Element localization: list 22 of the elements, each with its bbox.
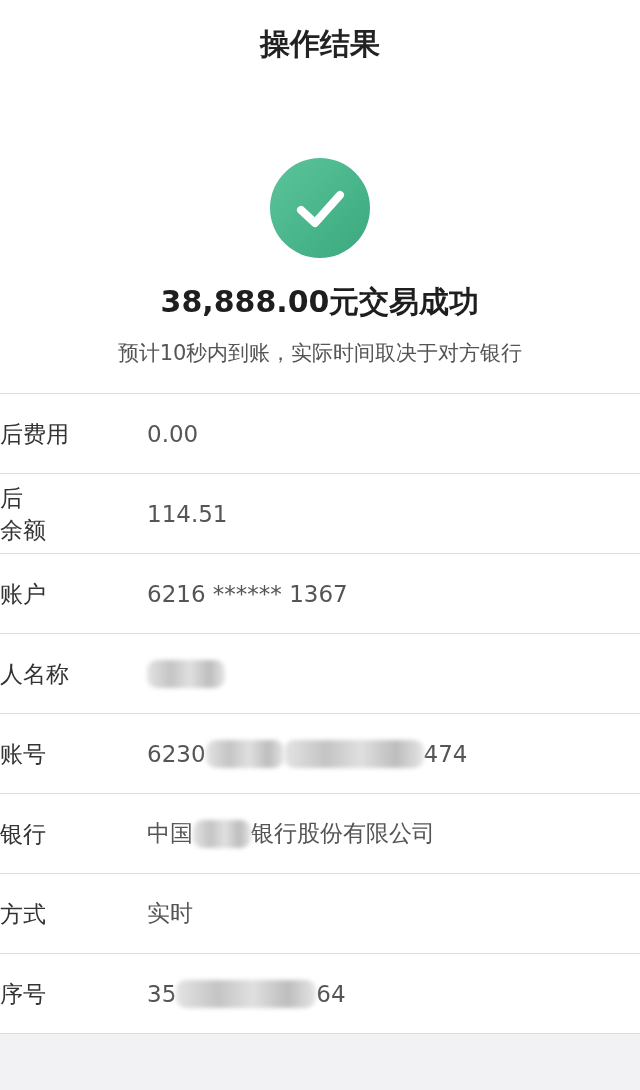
detail-label: 账户 [0, 579, 47, 609]
detail-label: 人名称 [0, 659, 70, 689]
detail-value: 0.00 [147, 420, 199, 447]
detail-label: 后 余额 [0, 483, 47, 545]
detail-value: 实时 [147, 899, 193, 928]
page-title: 操作结果 [260, 25, 380, 63]
detail-label: 方式 [0, 899, 47, 929]
detail-value: 6216 ****** 1367 [147, 580, 348, 607]
result-amount: 38,888.00元交易成功 [160, 283, 480, 321]
detail-value: 6230 [147, 740, 206, 767]
detail-value: 35 [147, 980, 177, 1007]
detail-value: 114.51 [147, 500, 228, 527]
detail-value: 64 [316, 980, 346, 1007]
detail-value: 银行股份有限公司 [251, 819, 435, 848]
redacted-blur [193, 819, 251, 848]
detail-label: 账号 [0, 739, 47, 769]
detail-label: 后费用 [0, 419, 70, 449]
detail-value: 474 [423, 740, 468, 767]
result-note: 预计10秒内到账，实际时间取决于对方银行 [117, 340, 523, 367]
detail-value: 中国 [147, 819, 193, 848]
detail-label: 银行 [0, 819, 47, 849]
detail-label: 序号 [0, 979, 47, 1009]
